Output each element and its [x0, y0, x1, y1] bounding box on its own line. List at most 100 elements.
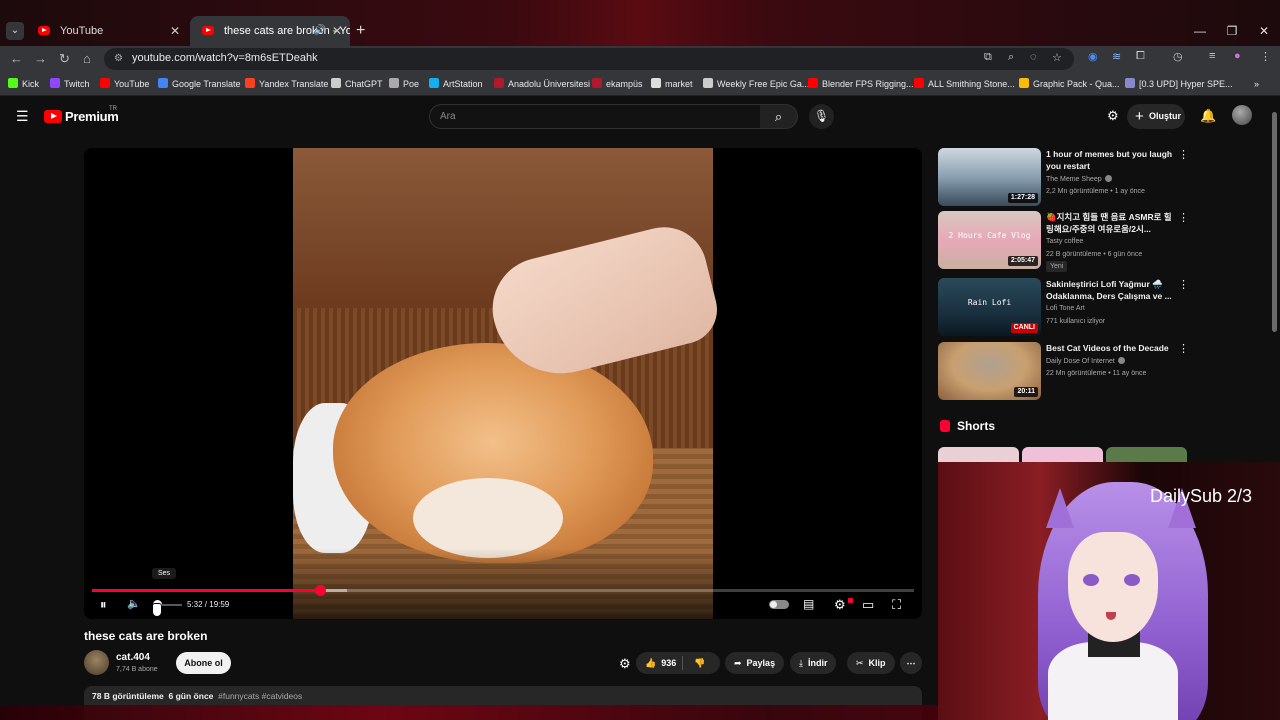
- pause-icon[interactable]: ⏸: [100, 597, 107, 613]
- fullscreen-icon[interactable]: ⛶: [892, 597, 901, 613]
- bookmark-item[interactable]: ekampüs: [592, 72, 643, 96]
- recommendation-thumbnail[interactable]: 20:11: [938, 342, 1041, 400]
- bookmark-item[interactable]: Kick: [8, 72, 39, 96]
- kebab-menu-icon[interactable]: ⋮: [1178, 148, 1189, 161]
- kebab-menu-icon[interactable]: ⋮: [1178, 211, 1189, 224]
- install-app-icon[interactable]: ⧉: [984, 51, 992, 64]
- short-thumbnail[interactable]: [1022, 447, 1103, 462]
- volume-icon[interactable]: 🔈: [127, 597, 141, 610]
- recommendation-thumbnail[interactable]: Rain Lofi CANLI: [938, 278, 1041, 336]
- recommendation-title[interactable]: Sakinleştirici Lofi Yağmur 🌧️ Odaklanma,…: [1046, 278, 1174, 302]
- hashtags[interactable]: #funnycats #catvideos: [218, 691, 302, 701]
- bookmark-item[interactable]: Blender FPS Rigging...: [808, 72, 914, 96]
- premium-gear-icon[interactable]: ⚙: [619, 656, 631, 672]
- download-button[interactable]: ⤓ İndir: [790, 652, 837, 674]
- bookmark-item[interactable]: Yandex Translate: [245, 72, 328, 96]
- bookmark-star-icon[interactable]: ☆: [1052, 51, 1062, 64]
- recommendation-title[interactable]: Best Cat Videos of the Decade: [1046, 342, 1174, 354]
- forward-icon[interactable]: →: [34, 46, 47, 72]
- short-thumbnail[interactable]: [938, 447, 1019, 462]
- clip-button[interactable]: ✂ Klip: [847, 652, 895, 674]
- channel-name[interactable]: cat.404: [116, 652, 150, 663]
- more-bookmarks-icon[interactable]: »: [1254, 72, 1259, 96]
- site-info-icon[interactable]: ⚙: [114, 53, 123, 64]
- reload-icon[interactable]: ↻: [59, 46, 70, 72]
- kebab-menu-icon[interactable]: ⋮: [1178, 342, 1189, 355]
- share-button[interactable]: ➦ Paylaş: [725, 652, 785, 674]
- bookmark-item[interactable]: market: [651, 72, 693, 96]
- like-icon[interactable]: 👍: [645, 658, 656, 668]
- search-button[interactable]: ⌕: [760, 104, 798, 129]
- recommendation-item[interactable]: Rain Lofi CANLI Sakinleştirici Lofi Yağm…: [938, 278, 1189, 336]
- bookmark-item[interactable]: [0.3 UPD] Hyper SPE...: [1125, 72, 1233, 96]
- restore-icon[interactable]: ❐: [1216, 16, 1248, 46]
- reading-list-icon[interactable]: ≡: [1209, 50, 1215, 62]
- close-tab-icon[interactable]: ✕: [170, 16, 180, 46]
- progress-scrubber[interactable]: [314, 585, 326, 596]
- recommendation-item[interactable]: 1:27:28 1 hour of memes but you laugh yo…: [938, 148, 1189, 206]
- extension-icon[interactable]: ◉: [1088, 50, 1098, 63]
- bookmark-item[interactable]: ChatGPT: [331, 72, 383, 96]
- recommendation-channel[interactable]: The Meme Sheep: [1046, 175, 1112, 183]
- recommendation-title[interactable]: 1 hour of memes but you laugh you restar…: [1046, 148, 1174, 172]
- notifications-bell-icon[interactable]: 🔔: [1200, 108, 1216, 124]
- settings-icon[interactable]: ⚙: [834, 597, 846, 613]
- zoom-icon[interactable]: ⌕: [1008, 51, 1014, 64]
- youtube-premium-logo[interactable]: Premium TR: [44, 106, 119, 124]
- subscribe-button[interactable]: Abone ol: [176, 652, 231, 674]
- tracking-icon[interactable]: ◌: [1030, 51, 1037, 63]
- bookmark-item[interactable]: ArtStation: [429, 72, 483, 96]
- tab-label: YouTube: [60, 25, 104, 37]
- new-tab-button[interactable]: +: [356, 16, 365, 46]
- recommendation-channel[interactable]: Lofi Tone Art: [1046, 305, 1085, 312]
- bookmark-item[interactable]: Weekly Free Epic Ga...: [703, 72, 809, 96]
- autoplay-toggle[interactable]: [769, 600, 789, 609]
- bookmark-item[interactable]: ALL Smithing Stone...: [914, 72, 1015, 96]
- history-icon[interactable]: ◷: [1173, 50, 1183, 63]
- menu-kebab-icon[interactable]: ⋮: [1260, 50, 1271, 63]
- minimize-icon[interactable]: —: [1184, 16, 1216, 46]
- profile-icon[interactable]: ●: [1234, 50, 1241, 62]
- bookmark-item[interactable]: Poe: [389, 72, 419, 96]
- video-player[interactable]: Ses ⏸ 🔈 5:32 / 19:59 ▤ ⚙ ▭ ⛶: [84, 148, 922, 619]
- home-icon[interactable]: ⌂: [83, 46, 91, 72]
- search-input[interactable]: Ara: [429, 104, 761, 129]
- recommendation-item[interactable]: 2 Hours Cafe Vlog 2:05:47 🍓지치고 힘들 땐 음료 A…: [938, 211, 1189, 272]
- voice-search-button[interactable]: 🎙: [809, 104, 834, 129]
- close-window-icon[interactable]: ✕: [1248, 16, 1280, 46]
- channel-avatar[interactable]: [84, 650, 109, 675]
- create-button[interactable]: Oluştur: [1127, 104, 1185, 129]
- menu-icon[interactable]: ☰: [16, 108, 29, 125]
- tab-search-button[interactable]: ⌄: [6, 22, 24, 40]
- extension-audio-icon[interactable]: ≋: [1112, 50, 1121, 63]
- audio-playing-icon[interactable]: 🔊: [314, 16, 326, 46]
- bookmark-item[interactable]: Anadolu Üniversitesi: [494, 72, 590, 96]
- omnibox[interactable]: ⚙ youtube.com/watch?v=8m6sETDeahk ⧉ ⌕ ◌ …: [104, 48, 1074, 70]
- recommendation-channel[interactable]: Tasty coffee: [1046, 238, 1083, 245]
- tab-video[interactable]: these cats are broken - YouTube 🔊 ✕: [190, 16, 350, 46]
- bookmark-item[interactable]: Google Translate: [158, 72, 241, 96]
- bookmark-label: Poe: [403, 79, 420, 89]
- recommendation-item[interactable]: 20:11 Best Cat Videos of the Decade Dail…: [938, 342, 1189, 400]
- tab-youtube[interactable]: YouTube ✕: [26, 16, 188, 46]
- close-tab-icon[interactable]: ✕: [332, 16, 342, 46]
- recommendation-thumbnail[interactable]: 2 Hours Cafe Vlog 2:05:47: [938, 211, 1041, 269]
- more-actions-button[interactable]: ⋯: [900, 652, 922, 674]
- settings-gear-icon[interactable]: ⚙: [1107, 108, 1119, 124]
- short-thumbnail[interactable]: [1106, 447, 1187, 462]
- recommendation-title[interactable]: 🍓지치고 힘들 땐 음료 ASMR로 힐링해요/주중의 여유로움/2시...: [1046, 211, 1174, 235]
- page-scrollbar[interactable]: [1272, 112, 1277, 332]
- recommendation-thumbnail[interactable]: 1:27:28: [938, 148, 1041, 206]
- subtitles-icon[interactable]: ▤: [803, 597, 814, 611]
- kebab-menu-icon[interactable]: ⋮: [1178, 278, 1189, 291]
- like-count[interactable]: 936: [661, 658, 676, 668]
- back-icon[interactable]: ←: [10, 46, 23, 72]
- recommendation-channel[interactable]: Daily Dose Of Internet: [1046, 357, 1125, 365]
- bookmark-item[interactable]: YouTube: [100, 72, 149, 96]
- bookmark-item[interactable]: Graphic Pack - Qua...: [1019, 72, 1120, 96]
- user-avatar[interactable]: [1232, 105, 1252, 125]
- extensions-puzzle-icon[interactable]: ⧠: [1136, 50, 1145, 63]
- bookmark-item[interactable]: Twitch: [50, 72, 90, 96]
- dislike-icon[interactable]: 👎: [694, 652, 705, 674]
- theater-mode-icon[interactable]: ▭: [862, 597, 874, 613]
